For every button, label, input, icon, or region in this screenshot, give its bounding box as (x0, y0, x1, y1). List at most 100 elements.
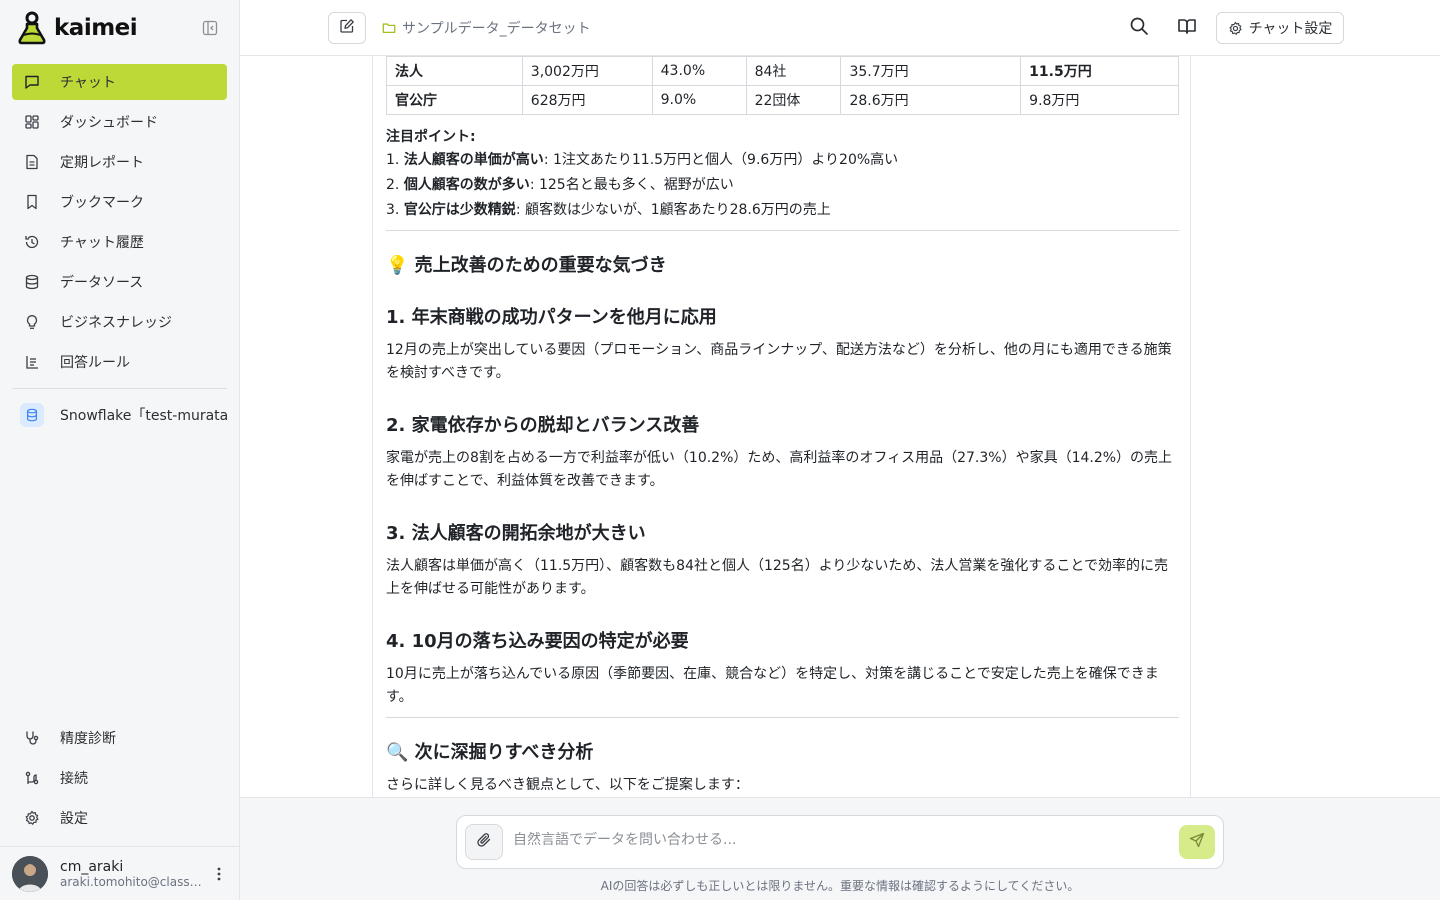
composer-area: AIの回答は必ずしも正しいとは限りません。重要な情報は確認するようにしてください… (240, 797, 1440, 900)
sidebar-item-history[interactable]: チャット履歴 (12, 224, 227, 260)
sidebar-item-label: ブックマーク (60, 195, 144, 211)
sidebar-item-reports[interactable]: 定期レポート (12, 144, 227, 180)
table-cell: 11.5万円 (1020, 56, 1179, 86)
sidebar-divider (12, 388, 227, 389)
list-item: 1. 法人顧客の単価が高い: 1注文あたり11.5万円と個人（9.6万円）より2… (386, 152, 899, 168)
search-button[interactable] (1127, 16, 1151, 40)
send-icon (1189, 832, 1205, 852)
ai-disclaimer: AIの回答は必ずしも正しいとは限りません。重要な情報は確認するようにしてください… (600, 879, 1080, 893)
gear-icon (1229, 21, 1242, 35)
notes-title: 注目ポイント: (386, 129, 476, 145)
top-bar: サンプルデータ_データセット チャット設定 (240, 0, 1440, 56)
attach-button[interactable] (465, 824, 503, 860)
sidebar-datasource-snowflake[interactable]: Snowflake「test-murata」 (12, 397, 227, 433)
user-profile[interactable]: cm_araki araki.tomohito@classmethod.jp (0, 846, 239, 900)
insight-heading: 4. 10月の落ち込み要因の特定が必要 (386, 631, 689, 652)
sidebar-item-label: 接続 (60, 771, 88, 787)
table-cell: 官公庁 (386, 85, 523, 115)
dataset-name: サンプルデータ_データセット (402, 21, 591, 37)
table-cell: 28.6万円 (840, 85, 1022, 115)
sidebar-item-label: ビジネスナレッジ (60, 315, 172, 331)
brand-name: kaimei (54, 15, 138, 41)
rules-icon (24, 354, 40, 370)
brand[interactable]: kaimei (16, 10, 138, 46)
search-icon (1129, 16, 1149, 40)
customer-segment-table: 法人 3,002万円 43.0% 84社 35.7万円 11.5万円 官公庁 6… (386, 56, 1179, 115)
sidebar-item-settings[interactable]: 設定 (12, 800, 227, 836)
insight-heading: 2. 家電依存からの脱却とバランス改善 (386, 415, 700, 436)
chat-icon (24, 74, 40, 90)
dataset-selector[interactable]: サンプルデータ_データセット (382, 18, 591, 38)
sidebar-item-knowledge[interactable]: ビジネスナレッジ (12, 304, 227, 340)
insight-body: 12月の売上が突出している要因（プロモーション、商品ラインナップ、配送方法など）… (386, 342, 1172, 381)
bookmark-icon (24, 194, 40, 210)
user-email: araki.tomohito@classmethod.jp (60, 874, 210, 889)
sidebar-collapse-icon[interactable] (200, 18, 220, 38)
chat-settings-label: チャット設定 (1248, 21, 1333, 37)
gear-icon (24, 810, 40, 826)
sidebar-item-dashboard[interactable]: ダッシュボード (12, 104, 227, 140)
report-icon (24, 154, 40, 170)
sidebar-bottom-nav: 精度診断 接続 設定 (12, 720, 227, 840)
table-row: 法人 3,002万円 43.0% 84社 35.7万円 11.5万円 (386, 56, 1179, 86)
sidebar-item-label: チャット履歴 (60, 235, 144, 251)
divider (386, 230, 1179, 231)
folder-icon (382, 21, 396, 35)
sidebar-item-label: データソース (60, 275, 144, 291)
database-icon (24, 274, 40, 290)
prompt-input[interactable] (513, 832, 1153, 848)
table-cell: 43.0% (651, 56, 747, 86)
dashboard-icon (24, 114, 40, 130)
insights-heading: 💡 売上改善のための重要な気づき (386, 255, 667, 276)
table-cell: 22団体 (745, 85, 842, 115)
sidebar-item-bookmarks[interactable]: ブックマーク (12, 184, 227, 220)
next-analysis-intro: さらに詳しく見るべき観点として、以下をご提案します： (386, 777, 749, 793)
table-cell: 3,002万円 (521, 56, 653, 86)
table-cell: 84社 (745, 56, 842, 86)
sidebar-item-chat[interactable]: チャット (12, 64, 227, 100)
table-cell: 35.7万円 (840, 56, 1022, 86)
sidebar-item-label: 設定 (60, 811, 88, 827)
table-cell: 9.8万円 (1020, 85, 1179, 115)
edit-icon (339, 18, 355, 38)
sidebar-nav: チャット ダッシュボード 定期レポート ブックマーク チャット履歴 データソース… (12, 64, 227, 433)
sidebar-item-label: ダッシュボード (60, 115, 158, 131)
table-cell: 628万円 (521, 85, 653, 115)
user-name: cm_araki (60, 858, 124, 875)
next-analysis-heading: 🔍 次に深掘りすべき分析 (386, 742, 594, 763)
stethoscope-icon (24, 730, 40, 746)
sidebar-item-label: 回答ルール (60, 355, 130, 371)
kaimei-logo-icon (16, 11, 48, 45)
sidebar: kaimei チャット ダッシュボード 定期レポート ブックマーク チャット履歴… (0, 0, 240, 900)
sidebar-item-label: 定期レポート (60, 155, 144, 171)
docs-button[interactable] (1175, 16, 1199, 40)
send-button[interactable] (1179, 825, 1215, 859)
chat-message-area[interactable]: 法人 3,002万円 43.0% 84社 35.7万円 11.5万円 官公庁 6… (372, 56, 1191, 797)
chat-settings-button[interactable]: チャット設定 (1216, 12, 1344, 44)
sidebar-item-connections[interactable]: 接続 (12, 760, 227, 796)
insight-body: 法人顧客は単価が高く（11.5万円）、顧客数も84社と個人（125名）より少ない… (386, 558, 1169, 597)
insight-heading: 3. 法人顧客の開拓余地が大きい (386, 523, 646, 544)
sidebar-item-label: 精度診断 (60, 731, 116, 747)
insight-heading: 1. 年末商戦の成功パターンを他月に応用 (386, 307, 717, 328)
snowflake-database-icon (20, 403, 44, 427)
new-chat-button[interactable] (328, 12, 366, 44)
insight-body: 家電が売上の8割を占める一方で利益率が低い（10.2%）ため、高利益率のオフィス… (386, 450, 1173, 489)
list-item: 3. 官公庁は少数精鋭: 顧客数は少ないが、1顧客あたり28.6万円の売上 (386, 202, 831, 218)
more-vertical-icon[interactable] (212, 865, 226, 883)
sidebar-item-datasources[interactable]: データソース (12, 264, 227, 300)
sidebar-item-rules[interactable]: 回答ルール (12, 344, 227, 380)
lightbulb-icon (24, 314, 40, 330)
sidebar-item-diagnostics[interactable]: 精度診断 (12, 720, 227, 756)
sidebar-item-label: チャット (60, 75, 116, 91)
insight-body: 10月に売上が落ち込んでいる原因（季節要因、在庫、競合など）を特定し、対策を講じ… (386, 666, 1159, 705)
book-open-icon (1177, 16, 1197, 40)
avatar (12, 855, 48, 892)
table-row: 官公庁 628万円 9.0% 22団体 28.6万円 9.8万円 (386, 85, 1179, 115)
table-cell: 9.0% (651, 85, 747, 115)
assistant-message: 法人 3,002万円 43.0% 84社 35.7万円 11.5万円 官公庁 6… (386, 56, 1179, 797)
prompt-box (456, 815, 1224, 869)
divider (386, 717, 1179, 718)
connection-icon (24, 770, 40, 786)
history-icon (24, 234, 40, 250)
